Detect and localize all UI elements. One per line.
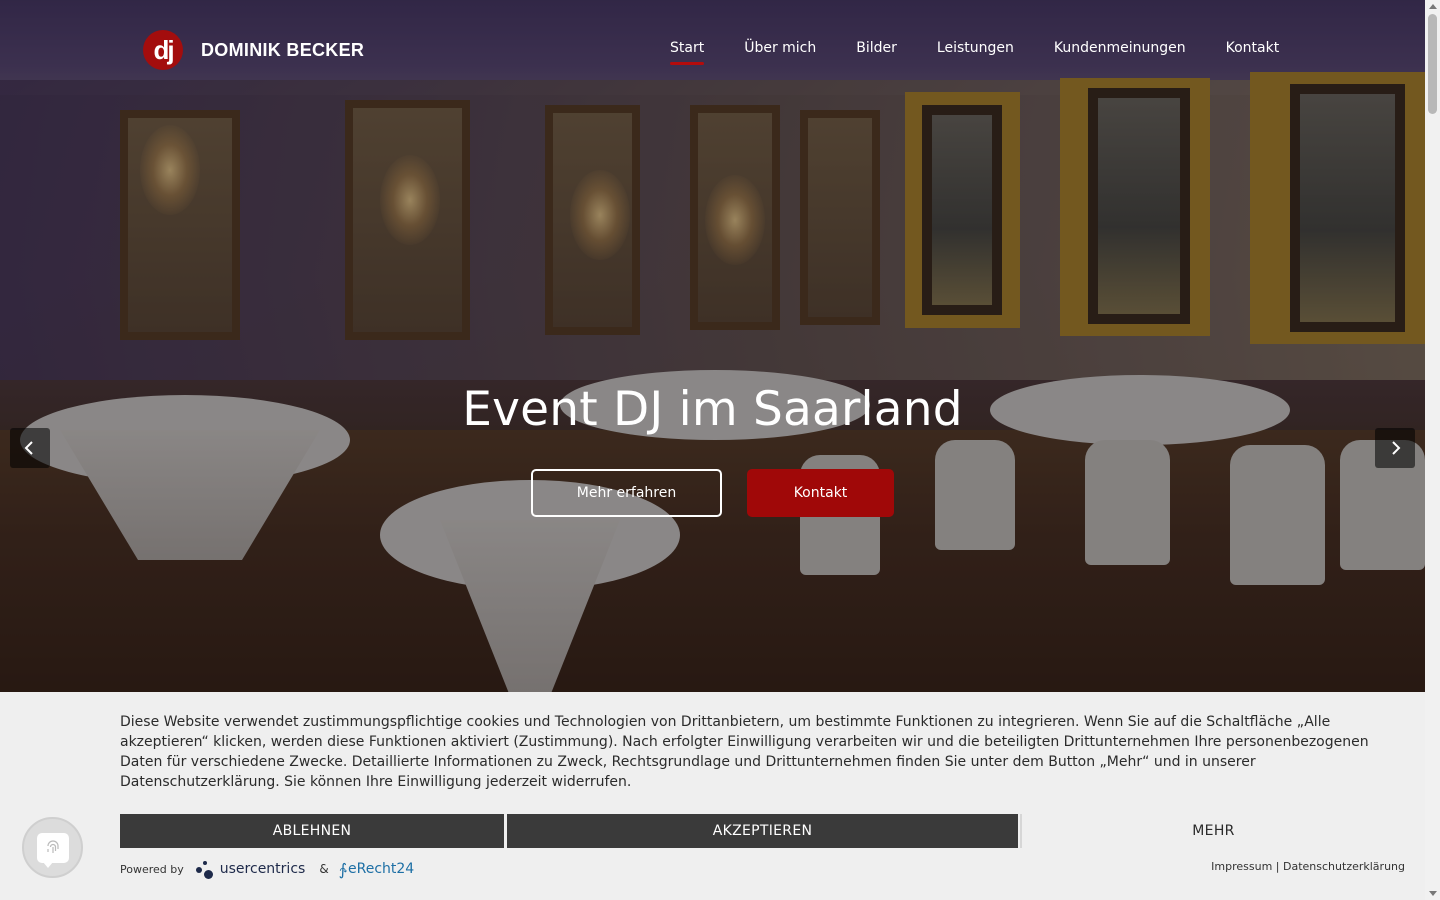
cookie-consent-banner: Diese Website verwendet zustimmungspflic…	[0, 692, 1425, 900]
erecht24-icon: ∱	[338, 859, 348, 879]
scroll-down-icon[interactable]	[1429, 891, 1437, 896]
cookie-consent-text: Diese Website verwendet zustimmungspflic…	[120, 714, 1369, 790]
impressum-link[interactable]: Impressum	[1211, 860, 1272, 873]
slider-prev-button[interactable]	[10, 428, 50, 468]
erecht24-logo[interactable]: ∱ eRecht24	[339, 860, 415, 879]
scroll-up-icon[interactable]	[1429, 4, 1437, 9]
page-scrollbar[interactable]	[1425, 0, 1440, 900]
legal-links: Impressum | Datenschutzerklärung	[1211, 860, 1405, 873]
nav-item-kundenmeinungen[interactable]: Kundenmeinungen	[1054, 40, 1186, 62]
slider-next-button[interactable]	[1375, 428, 1415, 468]
nav-item-bilder[interactable]: Bilder	[856, 40, 897, 62]
fingerprint-icon	[46, 839, 59, 853]
usercentrics-logo[interactable]: usercentrics	[195, 858, 306, 880]
privacy-settings-button[interactable]	[22, 817, 83, 878]
hero-section: dj DOMINIK BECKER Start Über mich Bilder…	[0, 0, 1425, 692]
nav-item-ueber-mich[interactable]: Über mich	[744, 40, 816, 62]
contact-button[interactable]: Kontakt	[747, 469, 894, 517]
hero-dark-overlay	[0, 0, 1425, 692]
accept-cookies-button[interactable]: AKZEPTIEREN	[507, 814, 1018, 848]
usercentrics-label: usercentrics	[219, 861, 306, 877]
nav-item-leistungen[interactable]: Leistungen	[937, 40, 1014, 62]
legal-separator: |	[1275, 860, 1280, 873]
more-cookies-button[interactable]: MEHR	[1020, 814, 1405, 848]
chevron-left-icon	[24, 441, 33, 455]
site-logo[interactable]: dj DOMINIK BECKER	[143, 30, 364, 70]
powered-by-label: Powered by	[120, 862, 184, 876]
nav-item-start[interactable]: Start	[670, 40, 705, 65]
chevron-right-icon	[1392, 441, 1401, 455]
nav-item-kontakt[interactable]: Kontakt	[1226, 40, 1280, 62]
powered-by: Powered by usercentrics & ∱ eRecht24	[120, 858, 414, 880]
erecht24-label: eRecht24	[348, 861, 415, 877]
hero-title: Event DJ im Saarland	[462, 382, 963, 437]
more-info-button[interactable]: Mehr erfahren	[531, 469, 722, 517]
brand-name: DOMINIK BECKER	[201, 39, 365, 60]
chat-bubble-icon	[36, 832, 69, 868]
logo-mark: dj	[143, 30, 183, 70]
reject-cookies-button[interactable]: ABLEHNEN	[120, 814, 504, 848]
scrollbar-thumb[interactable]	[1428, 14, 1437, 114]
main-nav: Start Über mich Bilder Leistungen Kunden…	[670, 40, 1280, 65]
ampersand: &	[319, 862, 329, 876]
datenschutz-link[interactable]: Datenschutzerklärung	[1283, 860, 1405, 873]
usercentrics-dots-icon	[195, 858, 218, 880]
